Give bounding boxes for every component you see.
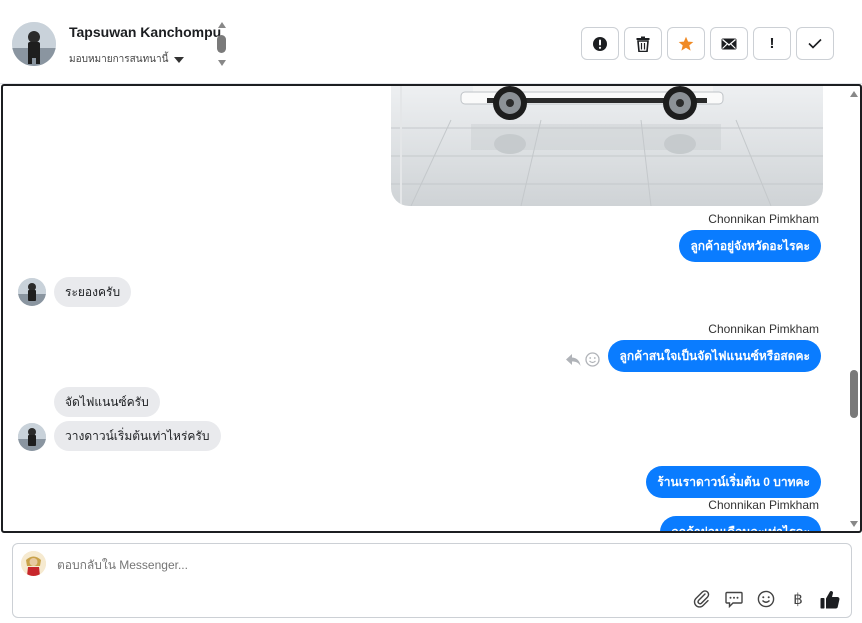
reply-composer: ฿: [12, 543, 852, 618]
message-thread[interactable]: Chonnikan Pimkham ลูกค้าอยู่จังหวัดอะไรค…: [1, 84, 862, 533]
composer-tools: ฿: [691, 588, 841, 610]
exclamation-icon: !: [769, 35, 775, 52]
outgoing-message[interactable]: ร้านเราดาวน์เริ่มต้น 0 บาทคะ: [646, 466, 821, 498]
incoming-message[interactable]: วางดาวน์เริ่มต้นเท่าไหร่ครับ: [54, 421, 221, 451]
conversation-header: Tapsuwan Kanchompu มอบหมายการสนทนานี้ !: [0, 0, 862, 84]
page-avatar: [21, 551, 46, 576]
car-photo[interactable]: [391, 86, 823, 206]
header-scrollbar[interactable]: [217, 22, 227, 68]
incoming-message[interactable]: จัดไฟแนนซ์ครับ: [54, 387, 160, 417]
comment-icon[interactable]: [723, 588, 745, 610]
message-input[interactable]: [57, 558, 657, 572]
mark-done-button[interactable]: [796, 27, 834, 60]
star-button[interactable]: [667, 27, 705, 60]
emoji-reaction-icon[interactable]: [585, 352, 600, 367]
reply-icon[interactable]: [565, 353, 581, 367]
scroll-up-icon[interactable]: [850, 91, 858, 97]
contact-name[interactable]: Tapsuwan Kanchompu: [69, 24, 221, 40]
message-hover-actions: [565, 352, 600, 367]
sender-name: Chonnikan Pimkham: [708, 322, 819, 336]
star-icon: [678, 36, 694, 51]
mail-icon: [721, 38, 737, 49]
outgoing-message[interactable]: ลูกค้าผ่อนเดือนละเท่าไรคะ: [660, 516, 821, 531]
outgoing-message[interactable]: ลูกค้าสนใจเป็นจัดไฟแนนซ์หรือสดคะ: [608, 340, 821, 372]
conversation-actions: !: [581, 27, 834, 60]
outgoing-message[interactable]: ลูกค้าอยู่จังหวัดอะไรคะ: [679, 230, 821, 262]
chevron-down-icon: [174, 56, 185, 63]
scroll-down-icon[interactable]: [850, 521, 858, 527]
alert-icon: [593, 36, 607, 51]
customer-avatar[interactable]: [18, 278, 46, 306]
check-icon: [808, 38, 822, 49]
scroll-down-icon[interactable]: [218, 60, 226, 66]
scroll-up-icon[interactable]: [218, 22, 226, 28]
assign-conversation-dropdown[interactable]: มอบหมายการสนทนานี้: [69, 52, 185, 67]
assign-label: มอบหมายการสนทนานี้: [69, 54, 169, 65]
baht-icon[interactable]: ฿: [787, 588, 809, 610]
follow-up-button[interactable]: !: [753, 27, 791, 60]
scroll-thumb[interactable]: [217, 35, 226, 53]
sender-name: Chonnikan Pimkham: [708, 498, 819, 512]
delete-button[interactable]: [624, 27, 662, 60]
trash-icon: [636, 36, 650, 52]
mark-spam-button[interactable]: [581, 27, 619, 60]
scroll-thumb[interactable]: [850, 370, 858, 418]
attach-icon[interactable]: [691, 588, 713, 610]
emoji-icon[interactable]: [755, 588, 777, 610]
contact-avatar[interactable]: [12, 22, 56, 66]
customer-avatar[interactable]: [18, 423, 46, 451]
like-icon[interactable]: [819, 588, 841, 610]
thread-scrollbar[interactable]: [848, 86, 860, 531]
incoming-message[interactable]: ระยองครับ: [54, 277, 132, 307]
sender-name: Chonnikan Pimkham: [708, 212, 819, 226]
mark-unread-button[interactable]: [710, 27, 748, 60]
